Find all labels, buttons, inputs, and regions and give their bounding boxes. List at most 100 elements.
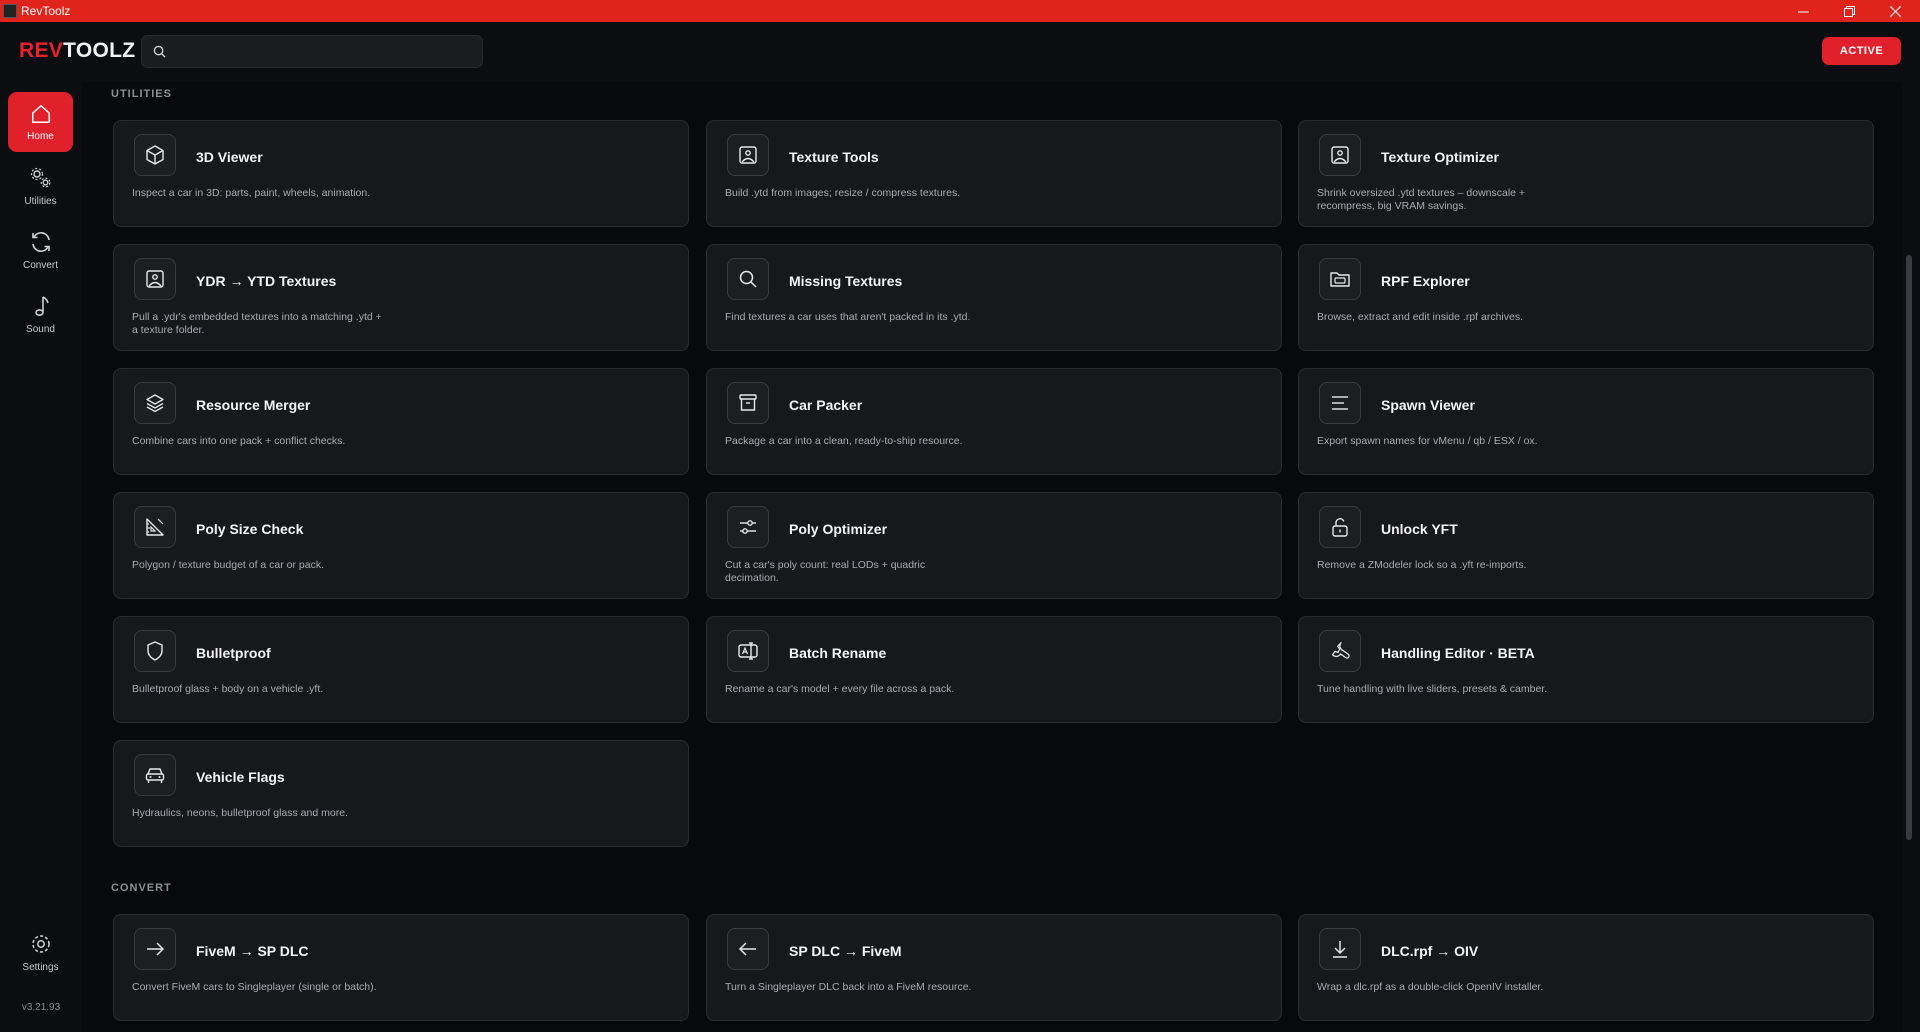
restore-button[interactable] — [1826, 0, 1872, 22]
sidebar-item-convert[interactable]: Convert — [8, 220, 73, 280]
card-title: DLC.rpf → OIV — [1381, 943, 1479, 959]
tool-card-car-packer[interactable]: Car Packer Package a car into a clean, r… — [706, 368, 1282, 475]
home-icon — [31, 104, 50, 123]
card-title: Texture Optimizer — [1381, 149, 1499, 165]
tool-card-sp-dlc-to-fivem[interactable]: SP DLC → FiveM Turn a Singleplayer DLC b… — [706, 914, 1282, 1021]
window-title: RevToolz — [21, 4, 71, 18]
card-description: Find textures a car uses that aren't pac… — [725, 311, 971, 323]
sidebar-item-utilities[interactable]: Utilities — [8, 156, 73, 216]
lines-icon — [1319, 382, 1361, 424]
vertical-scrollbar[interactable] — [1906, 255, 1912, 840]
search-input[interactable] — [174, 36, 474, 67]
tool-card-rpf-explorer[interactable]: RPF Explorer Browse, extract and edit in… — [1298, 244, 1874, 351]
tool-card-texture-tools[interactable]: Texture Tools Build .ytd from images; re… — [706, 120, 1282, 227]
card-title: 3D Viewer — [196, 149, 263, 165]
image-icon — [134, 258, 176, 300]
tool-card-3d-viewer[interactable]: 3D Viewer Inspect a car in 3D: parts, pa… — [113, 120, 689, 227]
card-title: Unlock YFT — [1381, 521, 1458, 537]
tool-card-ydr-ytd-textures[interactable]: YDR → YTD Textures Pull a .ydr's embedde… — [113, 244, 689, 351]
sliders-icon — [727, 506, 769, 548]
rename-icon — [727, 630, 769, 672]
card-description: Turn a Singleplayer DLC back into a Five… — [725, 981, 972, 993]
main-content: UTILITIES 3D Viewer Inspect a car in 3D:… — [82, 82, 1902, 1032]
card-description: Wrap a dlc.rpf as a double-click OpenIV … — [1317, 981, 1544, 993]
card-title: Vehicle Flags — [196, 769, 285, 785]
tool-card-vehicle-flags[interactable]: Vehicle Flags Hydraulics, neons, bulletp… — [113, 740, 689, 847]
sidebar-item-sound[interactable]: Sound — [8, 284, 73, 344]
version-label: v3.21.93 — [21, 1002, 61, 1013]
sidebar-item-label: Convert — [22, 259, 58, 271]
window-titlebar: RevToolz — [0, 0, 1920, 22]
card-title: Spawn Viewer — [1381, 397, 1475, 413]
card-title: Missing Textures — [789, 273, 903, 289]
refresh-icon — [31, 231, 50, 252]
ruler-icon — [134, 506, 176, 548]
image-icon — [1319, 134, 1361, 176]
search-icon — [153, 45, 166, 58]
card-description: Shrink oversized .ytd textures – downsca… — [1317, 187, 1526, 212]
sidebar-item-label: Settings — [22, 961, 59, 973]
section-title-convert: CONVERT — [111, 882, 172, 894]
tool-card-spawn-viewer[interactable]: Spawn Viewer Export spawn names for vMen… — [1298, 368, 1874, 475]
card-title: Poly Optimizer — [789, 521, 888, 537]
tool-card-resource-merger[interactable]: Resource Merger Combine cars into one pa… — [113, 368, 689, 475]
app-logo: REVTOOLZ — [19, 39, 136, 62]
sidebar-item-label: Utilities — [24, 195, 57, 207]
card-description: Pull a .ydr's embedded textures into a m… — [132, 311, 382, 336]
tool-card-missing-textures[interactable]: Missing Textures Find textures a car use… — [706, 244, 1282, 351]
folder-icon — [1319, 258, 1361, 300]
unlock-icon — [1319, 506, 1361, 548]
sidebar-item-label: Home — [27, 130, 54, 142]
card-description: Rename a car's model + every file across… — [725, 683, 955, 695]
card-description: Build .ytd from images; resize / compres… — [725, 187, 961, 199]
tool-card-bulletproof[interactable]: Bulletproof Bulletproof glass + body on … — [113, 616, 689, 723]
card-description: Export spawn names for vMenu / qb / ESX … — [1317, 435, 1538, 447]
card-title: Poly Size Check — [196, 521, 304, 537]
sidebar-item-home[interactable]: Home — [8, 92, 73, 152]
card-description: Cut a car's poly count: real LODs + quad… — [725, 559, 926, 584]
minimize-button[interactable] — [1780, 0, 1826, 22]
section-title-utilities: UTILITIES — [111, 88, 172, 100]
card-description: Remove a ZModeler lock so a .yft re-impo… — [1317, 559, 1527, 571]
music-note-icon — [34, 295, 49, 316]
card-title: Handling Editor · BETA — [1381, 645, 1535, 661]
tool-card-texture-optimizer[interactable]: Texture Optimizer Shrink oversized .ytd … — [1298, 120, 1874, 227]
tool-card-handling-editor[interactable]: Handling Editor · BETA Tune handling wit… — [1298, 616, 1874, 723]
sidebar-item-settings[interactable]: Settings — [8, 922, 73, 982]
card-description: Package a car into a clean, ready-to-shi… — [725, 435, 963, 447]
gear-icon — [31, 934, 50, 953]
close-button[interactable] — [1872, 0, 1918, 22]
card-description: Hydraulics, neons, bulletproof glass and… — [132, 807, 348, 819]
card-title: Resource Merger — [196, 397, 311, 413]
active-status-button[interactable]: ACTIVE — [1822, 37, 1901, 65]
card-title: SP DLC → FiveM — [789, 943, 902, 959]
gears-icon — [30, 167, 50, 187]
card-description: Bulletproof glass + body on a vehicle .y… — [132, 683, 324, 695]
card-title: Batch Rename — [789, 645, 887, 661]
archive-icon — [727, 382, 769, 424]
restore-icon — [1843, 5, 1855, 17]
card-description: Convert FiveM cars to Singleplayer (sing… — [132, 981, 377, 993]
tool-card-batch-rename[interactable]: Batch Rename Rename a car's model + ever… — [706, 616, 1282, 723]
card-title: RPF Explorer — [1381, 273, 1470, 289]
card-description: Browse, extract and edit inside .rpf arc… — [1317, 311, 1524, 323]
tool-card-fivem-to-sp-dlc[interactable]: FiveM → SP DLC Convert FiveM cars to Sin… — [113, 914, 689, 1021]
card-description: Tune handling with live sliders, presets… — [1317, 683, 1548, 695]
download-icon — [1319, 928, 1361, 970]
search-box[interactable] — [141, 35, 483, 68]
card-description: Inspect a car in 3D: parts, paint, wheel… — [132, 187, 371, 199]
tool-card-dlc-rpf-to-oiv[interactable]: DLC.rpf → OIV Wrap a dlc.rpf as a double… — [1298, 914, 1874, 1021]
minimize-icon — [1797, 11, 1809, 12]
car-icon — [134, 754, 176, 796]
sidebar-item-label: Sound — [26, 323, 55, 335]
app-header: REVTOOLZ ACTIVE — [0, 22, 1920, 82]
card-title: YDR → YTD Textures — [196, 273, 337, 289]
image-icon — [727, 134, 769, 176]
search-icon — [727, 258, 769, 300]
tool-card-poly-size-check[interactable]: Poly Size Check Polygon / texture budget… — [113, 492, 689, 599]
tool-card-poly-optimizer[interactable]: Poly Optimizer Cut a car's poly count: r… — [706, 492, 1282, 599]
tool-card-unlock-yft[interactable]: Unlock YFT Remove a ZModeler lock so a .… — [1298, 492, 1874, 599]
cube-icon — [134, 134, 176, 176]
card-description: Combine cars into one pack + conflict ch… — [132, 435, 346, 447]
card-description: Polygon / texture budget of a car or pac… — [132, 559, 325, 571]
